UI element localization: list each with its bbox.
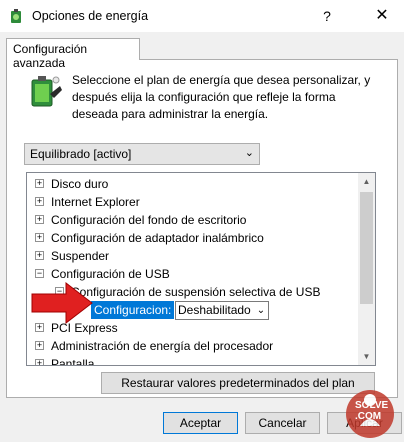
tab-advanced-settings[interactable]: Configuración avanzada — [6, 38, 140, 70]
expand-icon[interactable]: + — [35, 341, 44, 350]
power-plan-select[interactable]: Equilibrado [activo] ⌄ — [24, 143, 260, 165]
expand-icon[interactable]: + — [35, 233, 44, 242]
setting-label: Configuracion: — [91, 301, 175, 319]
expand-icon[interactable]: + — [35, 215, 44, 224]
power-options-icon — [11, 9, 21, 23]
tree-item-label: Suspender — [51, 249, 110, 263]
expand-icon[interactable]: + — [35, 359, 44, 365]
expand-icon[interactable]: + — [35, 179, 44, 188]
tree-item-label: Internet Explorer — [51, 195, 140, 209]
power-plan-value: Equilibrado [activo] — [30, 147, 132, 161]
expand-icon[interactable]: + — [35, 197, 44, 206]
watermark-line2: .COM — [355, 411, 382, 422]
restore-defaults-button[interactable]: Restaurar valores predeterminados del pl… — [101, 372, 375, 394]
watermark-line1: SOLVE — [355, 400, 389, 411]
chevron-down-icon: ⌄ — [244, 147, 254, 159]
help-icon[interactable]: ? — [316, 4, 338, 28]
title-bar: Opciones de energía ? ✕ — [0, 0, 404, 32]
tree-item-label: Pantalla — [51, 357, 95, 366]
tree-item-label: Configuración de suspensión selectiva de… — [71, 285, 321, 299]
plan-description: Seleccione el plan de energía que desea … — [72, 73, 371, 121]
ok-button[interactable]: Aceptar — [163, 412, 238, 434]
cancel-button[interactable]: Cancelar — [245, 412, 320, 434]
red-arrow-icon — [31, 281, 93, 325]
collapse-icon[interactable]: − — [35, 269, 44, 278]
tree-item-label: Configuración del fondo de escritorio — [51, 213, 247, 227]
scroll-up-icon[interactable]: ▲ — [358, 173, 375, 190]
window-title: Opciones de energía — [32, 9, 149, 23]
chevron-down-icon: ⌄ — [254, 302, 268, 319]
watermark-text: SOLVE .COM — [355, 400, 388, 422]
close-icon[interactable]: ✕ — [360, 0, 404, 32]
battery-plan-icon — [31, 76, 62, 107]
setting-value-select[interactable]: Deshabilitado ⌄ — [175, 301, 269, 320]
tree-item-label: Administración de energía del procesador — [51, 339, 274, 353]
expand-icon[interactable]: + — [35, 251, 44, 260]
scroll-thumb[interactable] — [360, 192, 373, 304]
setting-value: Deshabilitado — [178, 303, 251, 317]
tree-item-label: Configuración de adaptador inalámbrico — [51, 231, 264, 245]
tree-scrollbar[interactable]: ▲ ▼ — [358, 173, 375, 365]
tree-item-label: Disco duro — [51, 177, 109, 191]
scroll-down-icon[interactable]: ▼ — [358, 348, 375, 365]
settings-tree[interactable]: + Disco duro + Internet Explorer + Confi… — [26, 172, 376, 366]
